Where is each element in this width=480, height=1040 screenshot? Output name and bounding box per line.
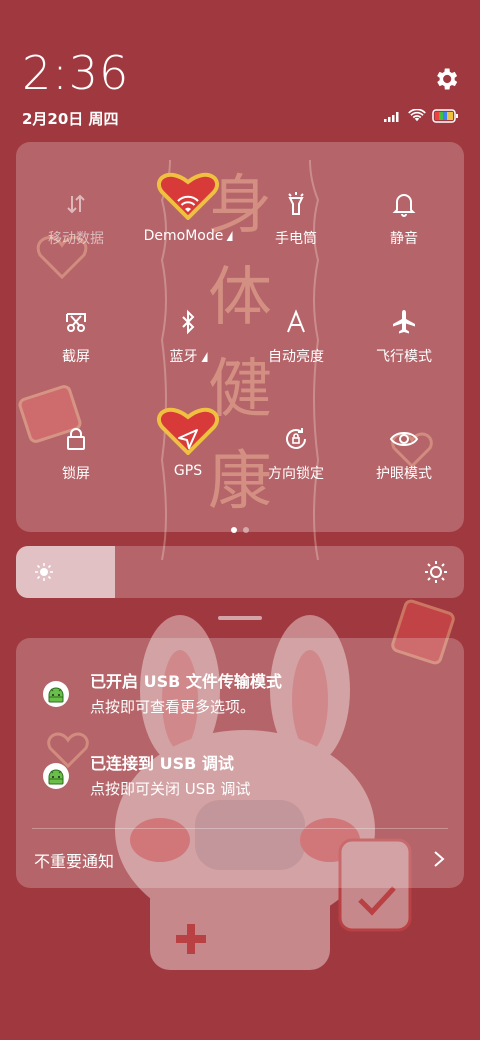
page-indicator bbox=[16, 518, 464, 537]
tile-label: GPS bbox=[173, 463, 203, 479]
location-icon bbox=[178, 429, 198, 449]
tile-mobile-data[interactable]: 移动数据 bbox=[20, 172, 132, 272]
screenshot-icon bbox=[66, 313, 86, 332]
android-icon bbox=[43, 681, 69, 707]
bluetooth-icon bbox=[182, 309, 195, 335]
unimportant-notifications-link[interactable]: 不重要通知 bbox=[34, 848, 114, 872]
notification-subtitle: 点按即可关闭 USB 调试 bbox=[90, 780, 251, 798]
expand-corner-icon bbox=[201, 352, 207, 362]
quick-settings-panel: 移动数据 DemoMode 手电筒 静音 截屏 蓝牙 自动亮度 飞行模式 锁屏 … bbox=[16, 142, 464, 533]
tile-gps[interactable]: GPS bbox=[132, 407, 244, 507]
tile-label: 截屏 bbox=[62, 349, 90, 365]
tile-label: 飞行模式 bbox=[376, 349, 432, 365]
tile-label: DemoMode bbox=[132, 228, 244, 244]
gear-icon[interactable] bbox=[432, 65, 460, 93]
notification-panel: 已开启 USB 文件传输模式 点按即可查看更多选项。 已连接到 USB 调试 点… bbox=[16, 638, 464, 888]
date: 2月20日 周四 bbox=[22, 110, 119, 128]
tile-label: 移动数据 bbox=[48, 231, 104, 247]
tile-label: 方向锁定 bbox=[268, 466, 324, 482]
brightness-high-icon bbox=[425, 561, 447, 583]
auto-brightness-icon bbox=[287, 309, 305, 333]
tile-wifi[interactable]: DemoMode bbox=[132, 172, 244, 272]
notification-title: 已开启 USB 文件传输模式 bbox=[90, 672, 282, 691]
eye-icon bbox=[389, 432, 419, 446]
notification-usb-transfer[interactable]: 已开启 USB 文件传输模式 点按即可查看更多选项。 bbox=[16, 668, 464, 728]
wifi-icon bbox=[177, 195, 199, 212]
android-icon bbox=[43, 763, 69, 789]
wifi-status-icon bbox=[408, 109, 426, 122]
brightness-slider[interactable] bbox=[16, 546, 464, 598]
tile-label: 护眼模式 bbox=[376, 466, 432, 482]
tile-auto-brightness[interactable]: 自动亮度 bbox=[240, 290, 352, 390]
drag-handle[interactable] bbox=[218, 616, 262, 620]
page-dot bbox=[243, 527, 249, 533]
chevron-right-icon[interactable] bbox=[432, 850, 446, 868]
mobile-data-icon bbox=[67, 194, 85, 214]
bell-icon bbox=[392, 194, 416, 217]
tile-lock-screen[interactable]: 锁屏 bbox=[20, 407, 132, 507]
tile-airplane[interactable]: 飞行模式 bbox=[348, 290, 460, 390]
page-dot-active bbox=[231, 527, 237, 533]
tile-label-text: 蓝牙 bbox=[169, 349, 198, 365]
tile-eye-care[interactable]: 护眼模式 bbox=[348, 407, 460, 507]
tile-bluetooth[interactable]: 蓝牙 bbox=[132, 290, 244, 390]
clock: 2:36 bbox=[22, 46, 130, 100]
tile-label-text: DemoMode bbox=[143, 228, 224, 244]
signal-icon bbox=[384, 112, 399, 122]
tile-rotation-lock[interactable]: 方向锁定 bbox=[240, 407, 352, 507]
notification-title: 已连接到 USB 调试 bbox=[90, 754, 234, 773]
airplane-icon bbox=[393, 310, 415, 334]
flashlight-icon bbox=[288, 192, 304, 215]
battery-icon bbox=[432, 109, 458, 123]
status-icons bbox=[384, 109, 458, 123]
notification-usb-debug[interactable]: 已连接到 USB 调试 点按即可关闭 USB 调试 bbox=[16, 750, 464, 810]
brightness-fill bbox=[16, 546, 115, 598]
tile-mute[interactable]: 静音 bbox=[348, 172, 460, 272]
signal-corner-icon bbox=[226, 231, 233, 241]
tile-screenshot[interactable]: 截屏 bbox=[20, 290, 132, 390]
tile-label: 手电筒 bbox=[275, 231, 317, 247]
tile-label: 静音 bbox=[390, 231, 418, 247]
brightness-low-icon bbox=[35, 563, 53, 581]
notification-subtitle: 点按即可查看更多选项。 bbox=[90, 698, 256, 716]
tile-flashlight[interactable]: 手电筒 bbox=[240, 172, 352, 272]
tile-label: 锁屏 bbox=[62, 466, 90, 482]
tile-label: 蓝牙 bbox=[132, 346, 244, 366]
tile-label: 自动亮度 bbox=[268, 349, 324, 365]
lock-icon bbox=[67, 428, 85, 450]
divider bbox=[32, 828, 448, 829]
rotation-lock-icon bbox=[286, 428, 306, 449]
